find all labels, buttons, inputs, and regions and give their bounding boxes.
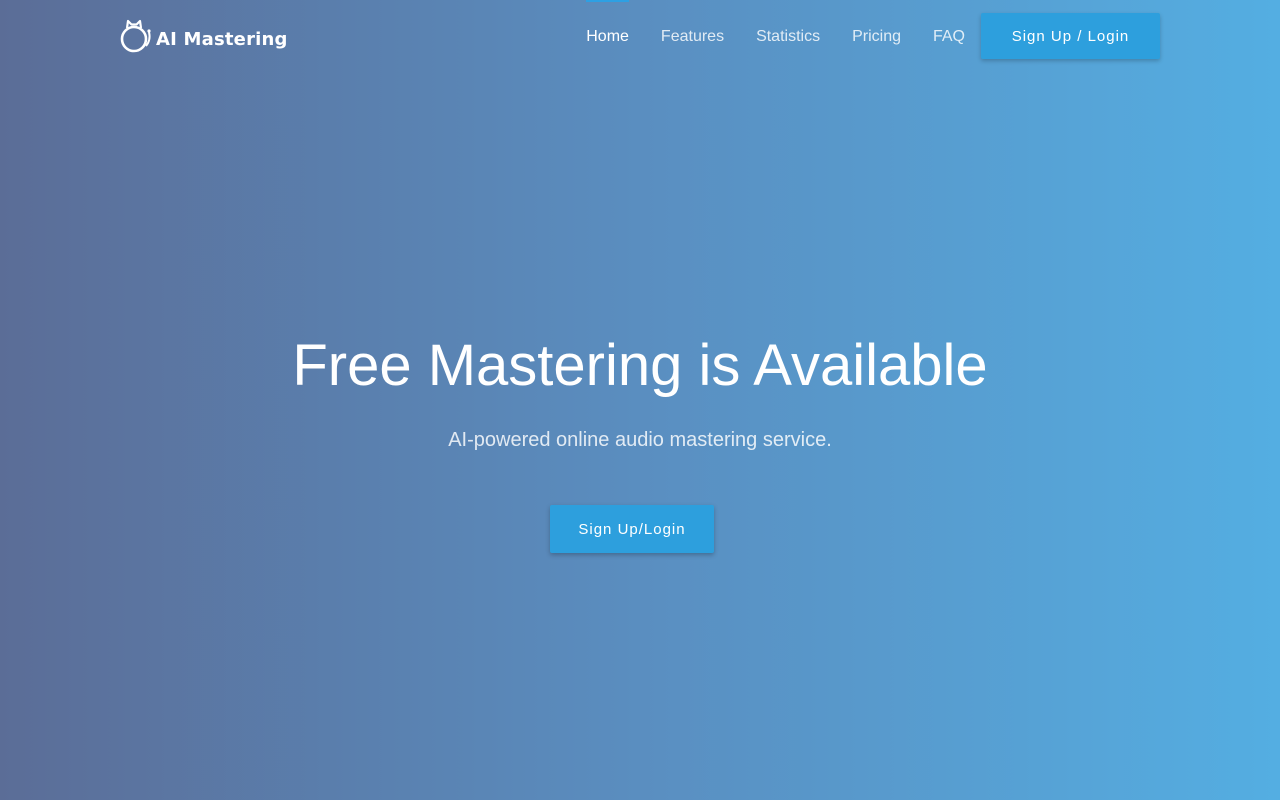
nav-link-pricing[interactable]: Pricing bbox=[852, 0, 901, 46]
hero-title: Free Mastering is Available bbox=[292, 333, 988, 398]
nav-link-home[interactable]: Home bbox=[586, 0, 629, 46]
nav-link-features[interactable]: Features bbox=[661, 0, 724, 46]
nav-link-faq[interactable]: FAQ bbox=[933, 0, 965, 46]
top-navbar: AI Mastering Home Features Statistics Pr… bbox=[0, 0, 1280, 75]
hero-section: Free Mastering is Available AI-powered o… bbox=[0, 0, 1280, 800]
main-nav: Home Features Statistics Pricing FAQ bbox=[586, 0, 965, 75]
hero-subtitle: AI-powered online audio mastering servic… bbox=[448, 429, 832, 451]
cat-ring-logo-icon bbox=[120, 18, 154, 54]
nav-signup-login-button[interactable]: Sign Up / Login bbox=[981, 13, 1160, 59]
hero-signup-login-button[interactable]: Sign Up/Login bbox=[550, 505, 714, 553]
nav-link-statistics[interactable]: Statistics bbox=[756, 0, 820, 46]
brand-logo[interactable]: AI Mastering bbox=[120, 18, 288, 54]
brand-name: AI Mastering bbox=[156, 28, 288, 50]
